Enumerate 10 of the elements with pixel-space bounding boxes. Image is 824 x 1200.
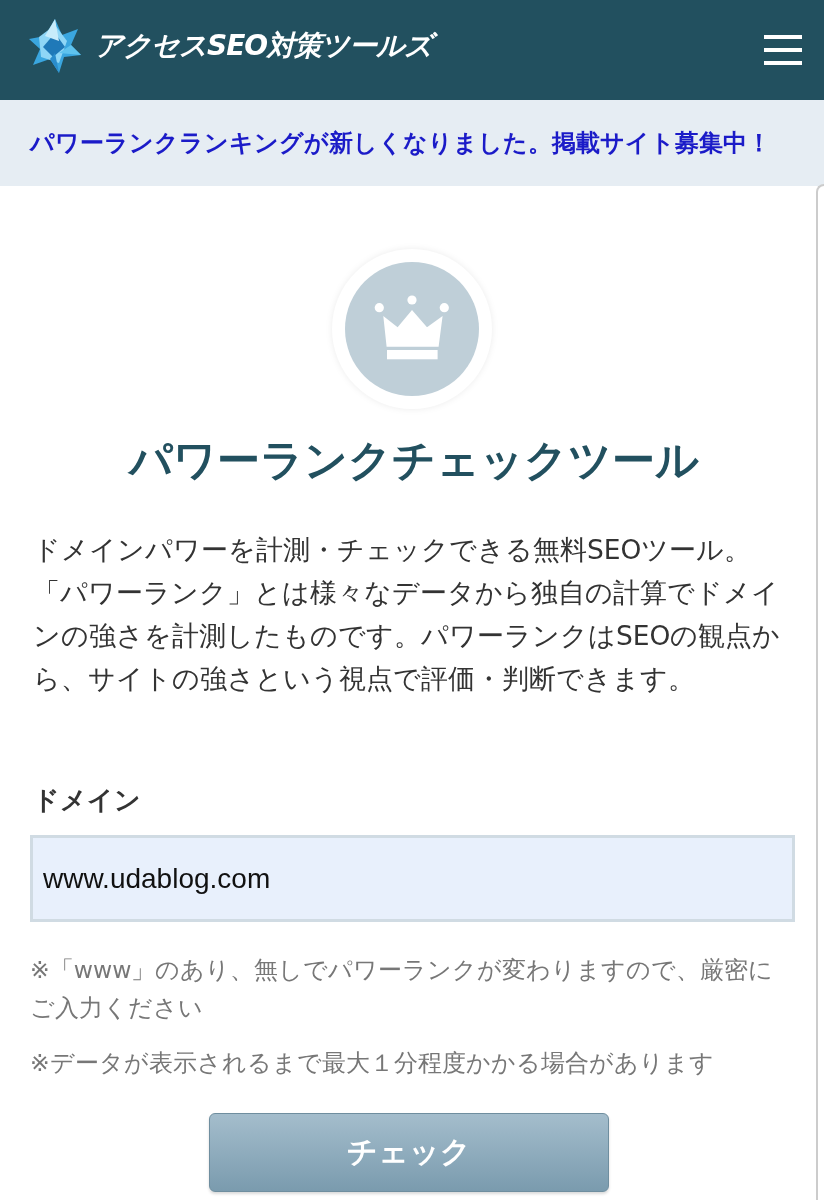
domain-input[interactable]: www.udablog.com <box>30 835 795 922</box>
note-text: ※「www」のあり、無しでパワーランクが変わりますので、厳密にご入力ください <box>30 955 775 1024</box>
description-text: ドメインパワーを計測・チェックできる無料SEOツール。「パワーランク」とは様々なデータから独自の計算でドメインの強さを計測したものです。パワーランクはSEOの観点から、サイトの強さという視点で評価・判断できます。 <box>33 533 782 696</box>
star-logo-icon <box>29 19 81 73</box>
notice-link[interactable]: パワーランクランキングが新しくなりました。掲載サイト募集中！ <box>30 127 771 159</box>
domain-label: ドメイン <box>33 784 141 817</box>
tool-title: パワーランクチェックツール <box>128 434 699 487</box>
note-text: ※データが表示されるまで最大１分程度かかる場合があります <box>30 1048 715 1079</box>
menu-icon[interactable] <box>764 35 802 65</box>
site-logo[interactable]: アクセスSEO対策ツールズ <box>91 23 441 69</box>
